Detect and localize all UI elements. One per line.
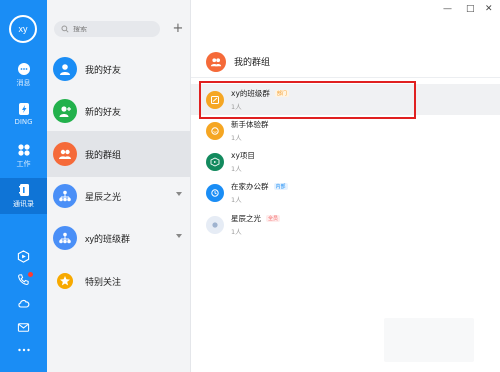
left-rail: xy 消息 DING 工作 通讯录 [0,0,47,372]
close-button[interactable]: ✕ [485,4,493,14]
menu-item-label: 特别关注 [85,276,122,287]
group-icon [53,142,77,166]
chevron-down-icon[interactable] [176,192,182,196]
project-group-icon [206,152,224,171]
group-row[interactable]: 在家办公群 内部 1人 [191,177,500,208]
cloud-icon [17,299,29,308]
group-row[interactable]: 星辰之光 全员 1人 [191,209,500,240]
rail-label: 消息 [16,79,31,87]
group-member-count: 1人 [231,134,242,142]
group-name: 星辰之光 [231,214,261,223]
group-name: 新手体验群 [231,120,269,129]
add-button[interactable]: + [171,21,185,37]
menu-item-my-groups[interactable]: 我的群组 [47,131,190,177]
rail-item-work[interactable]: 工作 [0,143,47,169]
highlight-annotation-box [199,81,416,119]
menu-item-org-xingchen[interactable]: 星辰之光 [47,173,190,219]
avatar-text: xy [18,24,28,34]
work-grid-icon [17,144,30,156]
group-member-count: 1人 [231,228,242,236]
rail-item-more[interactable] [0,347,47,353]
search-icon [61,25,69,33]
group-icon [206,51,226,72]
rail-label: DING [14,118,33,126]
menu-item-label: 我的好友 [85,64,122,75]
rail-label: 通讯录 [13,200,34,208]
more-dots-icon [17,348,30,352]
menu-item-label: 新的好友 [85,106,122,117]
search-box[interactable] [54,21,160,37]
person-icon [53,57,77,81]
group-member-count: 1人 [231,196,242,204]
maximize-button[interactable]: □ [466,4,475,14]
home-office-group-icon [206,183,224,202]
rail-item-messages[interactable]: 消息 [0,62,47,88]
message-icon [17,63,30,75]
hexagon-icon [17,250,30,263]
menu-item-my-friends[interactable]: 我的好友 [47,46,190,92]
search-input[interactable] [73,25,153,33]
star-icon [53,269,77,293]
mail-icon [17,323,30,332]
group-tag: 全员 [266,215,281,222]
group-name: xy项目 [231,151,255,160]
group-member-count: 1人 [231,165,242,173]
rail-item-mail[interactable] [0,321,47,334]
menu-item-label: 我的群组 [85,149,122,160]
group-row[interactable]: 新手体验群 1人 [191,115,500,146]
minimize-button[interactable]: — [443,4,452,14]
notification-dot [28,272,33,277]
menu-item-label: xy的班级群 [85,233,131,244]
menu-item-special-follow[interactable]: 特别关注 [47,258,190,304]
org-icon [53,226,77,250]
org-icon [53,184,77,208]
menu-item-label: 星辰之光 [85,191,122,202]
contacts-icon [18,184,29,196]
avatar[interactable]: xy [9,15,37,43]
page-title: 我的群组 [234,58,271,68]
groups-header: 我的群组 [191,46,500,78]
menu-item-new-friends[interactable]: 新的好友 [47,88,190,134]
rail-item-cloud[interactable] [0,297,47,310]
rail-label: 工作 [16,160,31,168]
group-row[interactable]: xy项目 1人 [191,146,500,177]
groups-panel: — □ ✕ 我的群组 xy的班级群 部门 1人 新手体验群 1人 xy项目 1人… [191,0,500,372]
group-tag: 内部 [273,183,288,190]
person-add-icon [53,99,77,123]
rail-item-contacts[interactable]: 通讯录 [0,183,47,209]
ding-icon [18,103,29,115]
contacts-panel: + 我的好友 新的好友 我的群组 星辰之光 xy的班级群 [47,0,191,372]
faded-overlay [384,318,474,362]
org-group-icon [206,215,224,234]
rail-item-phone[interactable] [0,272,47,286]
newbie-group-icon [206,121,224,140]
rail-item-ding[interactable]: DING [0,102,47,126]
group-name: 在家办公群 [231,182,269,191]
menu-item-org-class[interactable]: xy的班级群 [47,215,190,261]
chevron-down-icon[interactable] [176,234,182,238]
rail-item-hexagon[interactable] [0,250,47,263]
